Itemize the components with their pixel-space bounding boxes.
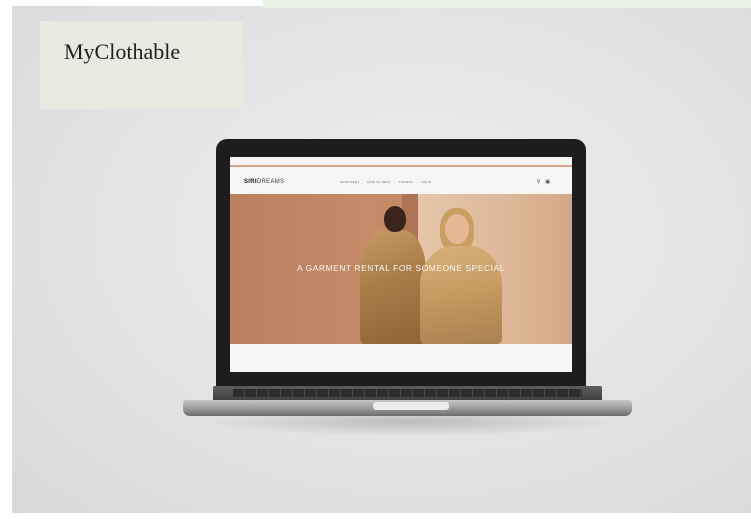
top-banner-strip (263, 0, 751, 8)
laptop-notch (373, 402, 449, 410)
model-left-outfit (360, 230, 426, 344)
laptop-screen: SIRIDREAMS SHOP RENT HOW TO RENT TICKETS… (230, 157, 572, 372)
site-accent-line (230, 165, 572, 167)
model-right-outfit (420, 246, 502, 344)
menu-item-shop-rent[interactable]: SHOP RENT (340, 180, 359, 184)
site-icons: ⚲ ▣ (537, 179, 550, 185)
hero-title: A GARMENT RENTAL FOR SOMEONE SPECIAL (296, 263, 506, 273)
menu-item-tickets[interactable]: TICKETS (399, 180, 413, 184)
menu-item-how-to-rent[interactable]: HOW TO RENT (367, 180, 390, 184)
brand-card: MyClothable (40, 21, 243, 109)
site-navbar: SIRIDREAMS SHOP RENT HOW TO RENT TICKETS… (230, 171, 572, 193)
menu-item-login[interactable]: LOGIN (421, 180, 431, 184)
model-left-head (384, 206, 406, 232)
site-menu: SHOP RENT HOW TO RENT TICKETS LOGIN (340, 180, 431, 184)
laptop-base (183, 386, 632, 418)
hero-banner: A GARMENT RENTAL FOR SOMEONE SPECIAL (230, 194, 572, 344)
brand-name: MyClothable (64, 39, 181, 64)
laptop-keyboard (233, 389, 582, 397)
search-icon[interactable]: ⚲ (537, 179, 541, 185)
bag-icon[interactable]: ▣ (545, 179, 550, 185)
site-logo[interactable]: SIRIDREAMS (244, 179, 284, 185)
model-right-head (445, 214, 469, 244)
